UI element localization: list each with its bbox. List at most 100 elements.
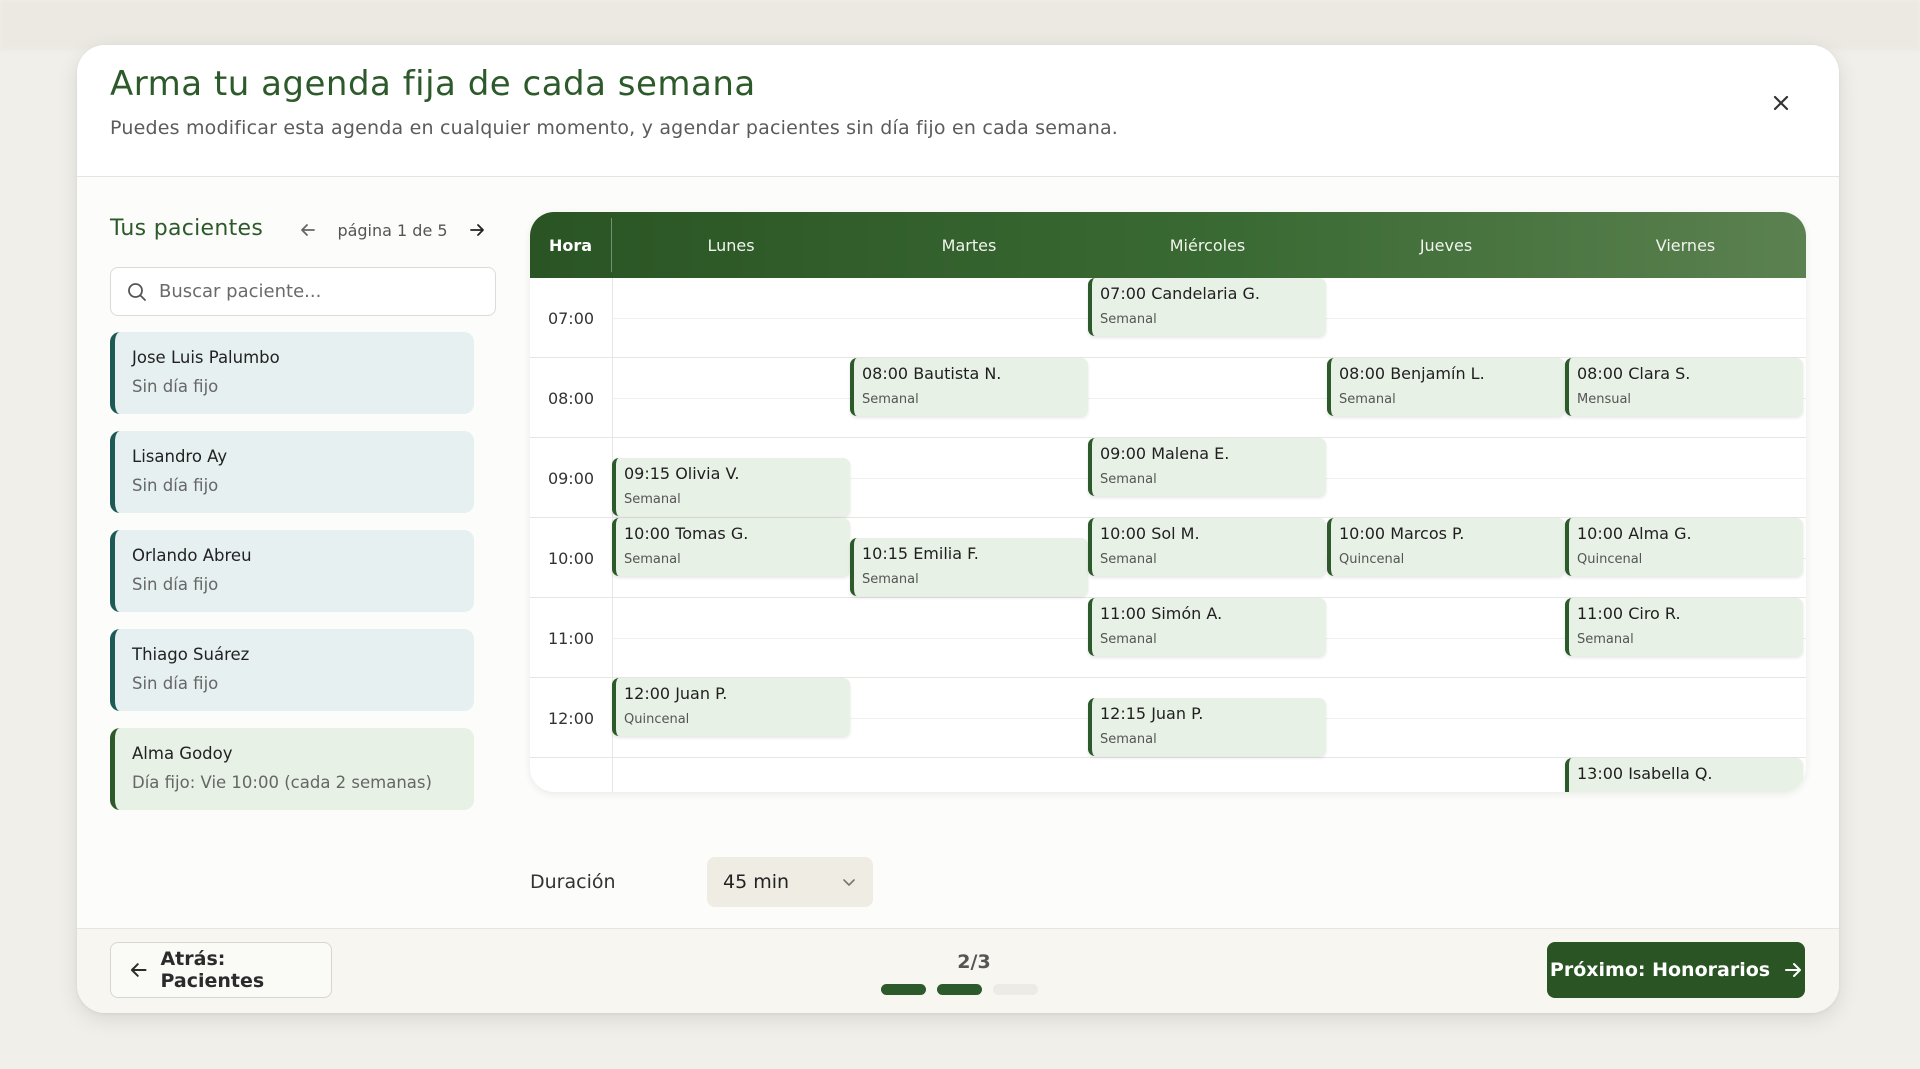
next-button-label: Próximo: Honorarios bbox=[1549, 959, 1771, 981]
back-button[interactable]: Atrás: Pacientes bbox=[110, 942, 332, 998]
day-header-jueves: Jueves bbox=[1419, 235, 1473, 255]
appointment-title: 10:00 Tomas G. bbox=[624, 524, 749, 543]
arrow-right-icon bbox=[470, 224, 484, 236]
duration-value: 45 min bbox=[723, 871, 790, 893]
close-icon bbox=[1773, 95, 1789, 111]
arrow-right-icon bbox=[1785, 963, 1802, 977]
appointment-frequency: Quincenal bbox=[1577, 552, 1643, 567]
patient-card[interactable]: Orlando Abreu Sin día fijo bbox=[110, 530, 474, 612]
appointment[interactable]: 11:00 Simón A. Semanal bbox=[1088, 598, 1326, 656]
appointment[interactable]: 09:00 Malena E. Semanal bbox=[1088, 438, 1326, 496]
modal-title: Arma tu agenda fija de cada semana bbox=[110, 64, 756, 104]
appointment-title: 12:15 Juan P. bbox=[1100, 704, 1204, 723]
next-page-button[interactable] bbox=[464, 217, 490, 243]
appointment-title: 10:00 Alma G. bbox=[1577, 524, 1692, 543]
appointment-title: 09:15 Olivia V. bbox=[624, 464, 740, 483]
duration-select[interactable]: 45 min bbox=[707, 857, 873, 907]
appointment-title: 11:00 Simón A. bbox=[1100, 604, 1223, 623]
appointment-title: 11:00 Ciro R. bbox=[1577, 604, 1681, 623]
duration-label: Duración bbox=[530, 871, 616, 893]
patient-name: Thiago Suárez bbox=[132, 645, 250, 664]
step-dots bbox=[881, 984, 1038, 995]
appointment-frequency: Quincenal bbox=[1339, 552, 1405, 567]
appointment-title: 10:00 Sol M. bbox=[1100, 524, 1200, 543]
time-label: 10:00 bbox=[547, 548, 595, 568]
appointment-title: 08:00 Clara S. bbox=[1577, 364, 1691, 383]
prev-page-button[interactable] bbox=[295, 217, 321, 243]
appointment-frequency: Quincenal bbox=[624, 712, 690, 727]
appointment-frequency: Semanal bbox=[1339, 392, 1396, 407]
appointment[interactable]: 08:00 Benjamín L. Semanal bbox=[1327, 358, 1565, 416]
modal-header: Arma tu agenda fija de cada semana Puede… bbox=[77, 45, 1839, 177]
appointment[interactable]: 11:00 Ciro R. Semanal bbox=[1565, 598, 1803, 656]
patient-status: Sin día fijo bbox=[132, 476, 219, 495]
appointment-frequency: Semanal bbox=[1100, 312, 1157, 327]
time-label: 12:00 bbox=[547, 708, 595, 728]
appointment-title: 08:00 Benjamín L. bbox=[1339, 364, 1485, 383]
patient-card[interactable]: Jose Luis Palumbo Sin día fijo bbox=[110, 332, 474, 414]
patient-card[interactable]: Alma Godoy Día fijo: Vie 10:00 (cada 2 s… bbox=[110, 728, 474, 810]
appointment[interactable]: 10:00 Alma G. Quincenal bbox=[1565, 518, 1803, 576]
appointment-title: 08:00 Bautista N. bbox=[862, 364, 1002, 383]
appointment-frequency: Semanal bbox=[624, 552, 681, 567]
appointment-title: 09:00 Malena E. bbox=[1100, 444, 1230, 463]
appointment[interactable]: 08:00 Bautista N. Semanal bbox=[850, 358, 1088, 416]
patient-name: Alma Godoy bbox=[132, 744, 233, 763]
patient-status: Sin día fijo bbox=[132, 377, 219, 396]
pager-text: página 1 de 5 bbox=[337, 220, 448, 240]
modal-footer: Atrás: Pacientes 2/3 Próximo: Honorarios bbox=[77, 928, 1839, 1013]
chevron-down-icon bbox=[843, 879, 855, 886]
appointment[interactable]: 10:00 Marcos P. Quincenal bbox=[1327, 518, 1565, 576]
appointment-frequency: Semanal bbox=[1100, 472, 1157, 487]
appointment-frequency: Semanal bbox=[862, 572, 919, 587]
appointment[interactable]: 10:00 Tomas G. Semanal bbox=[612, 518, 850, 576]
appointment-title: 10:00 Marcos P. bbox=[1339, 524, 1465, 543]
patients-title: Tus pacientes bbox=[110, 216, 264, 241]
appointment-frequency: Semanal bbox=[1100, 732, 1157, 747]
appointment[interactable]: 10:15 Emilia F. Semanal bbox=[850, 538, 1088, 596]
appointment-frequency: Semanal bbox=[1577, 632, 1634, 647]
patient-card[interactable]: Lisandro Ay Sin día fijo bbox=[110, 431, 474, 513]
appointment[interactable]: 10:00 Sol M. Semanal bbox=[1088, 518, 1326, 576]
patient-status: Sin día fijo bbox=[132, 575, 219, 594]
next-button[interactable]: Próximo: Honorarios bbox=[1547, 942, 1805, 998]
appointment[interactable]: 12:00 Juan P. Quincenal bbox=[612, 678, 850, 736]
appointment[interactable]: 09:15 Olivia V. Semanal bbox=[612, 458, 850, 516]
agenda-modal: Arma tu agenda fija de cada semana Puede… bbox=[77, 45, 1839, 1013]
patient-name: Jose Luis Palumbo bbox=[132, 348, 280, 367]
time-label: 08:00 bbox=[547, 388, 595, 408]
appointment[interactable]: 13:00 Isabella Q. bbox=[1565, 758, 1803, 792]
back-button-label: Atrás: Pacientes bbox=[160, 948, 265, 992]
arrow-left-icon bbox=[301, 224, 315, 236]
patient-list: Jose Luis Palumbo Sin día fijo Lisandro … bbox=[110, 332, 474, 827]
appointment-frequency: Semanal bbox=[1100, 552, 1157, 567]
modal-subtitle: Puedes modificar esta agenda en cualquie… bbox=[110, 117, 1119, 139]
appointment[interactable]: 12:15 Juan P. Semanal bbox=[1088, 698, 1326, 756]
search-input[interactable] bbox=[159, 281, 479, 302]
patient-status: Sin día fijo bbox=[132, 674, 219, 693]
appointment-title: 07:00 Candelaria G. bbox=[1100, 284, 1260, 303]
patient-card[interactable]: Thiago Suárez Sin día fijo bbox=[110, 629, 474, 711]
appointment-frequency: Semanal bbox=[624, 492, 681, 507]
calendar-header: Hora Lunes Martes Miércoles Jueves Viern… bbox=[530, 212, 1806, 278]
day-header-miercoles: Miércoles bbox=[1169, 235, 1246, 255]
appointment[interactable]: 07:00 Candelaria G. Semanal bbox=[1088, 278, 1326, 336]
calendar-body: 07:00 08:00 09:00 10:00 11:00 12:00 07:0… bbox=[530, 278, 1806, 792]
appointment-frequency: Mensual bbox=[1577, 392, 1632, 407]
patient-name: Lisandro Ay bbox=[132, 447, 228, 466]
search-icon bbox=[128, 282, 146, 301]
time-label: 07:00 bbox=[547, 308, 595, 328]
step-dot bbox=[993, 984, 1038, 995]
arrow-left-icon bbox=[130, 963, 147, 977]
appointment-title: 13:00 Isabella Q. bbox=[1577, 764, 1713, 783]
step-dot bbox=[937, 984, 982, 995]
appointment-frequency: Semanal bbox=[1100, 632, 1157, 647]
time-label: 09:00 bbox=[547, 468, 595, 488]
patient-name: Orlando Abreu bbox=[132, 546, 252, 565]
step-indicator: 2/3 bbox=[957, 951, 991, 973]
day-header-viernes: Viernes bbox=[1655, 235, 1716, 255]
patient-status: Día fijo: Vie 10:00 (cada 2 semanas) bbox=[132, 773, 432, 792]
weekly-calendar: Hora Lunes Martes Miércoles Jueves Viern… bbox=[530, 212, 1806, 792]
appointment[interactable]: 08:00 Clara S. Mensual bbox=[1565, 358, 1803, 416]
close-button[interactable] bbox=[1763, 85, 1799, 121]
